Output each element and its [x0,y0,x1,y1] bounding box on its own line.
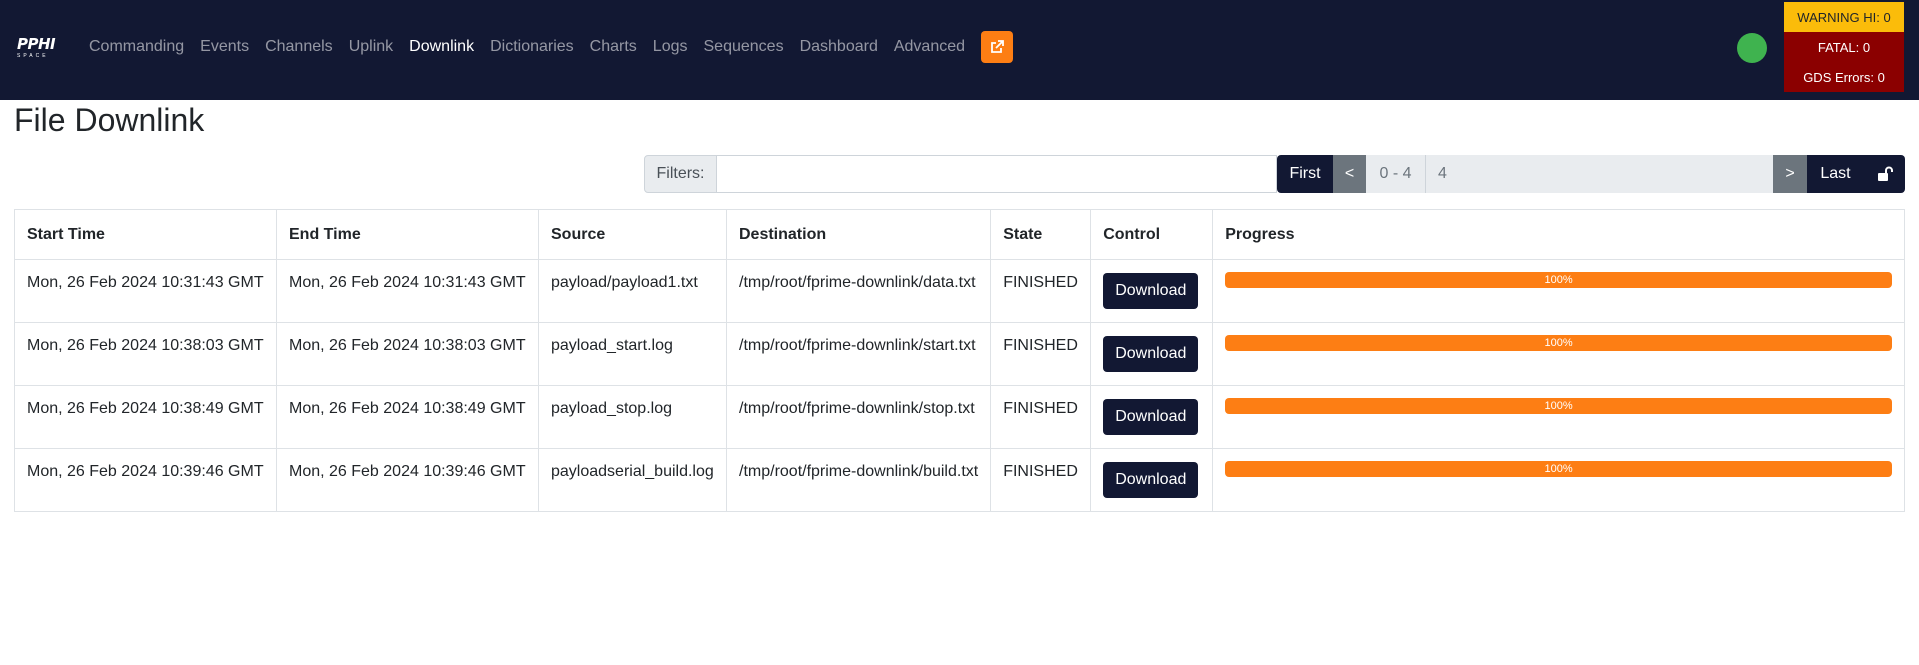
download-button[interactable]: Download [1103,336,1199,372]
progress-bar-fill: 100% [1225,335,1892,351]
header-start-time[interactable]: Start Time [14,209,277,260]
external-link-button[interactable] [981,31,1013,63]
fatal-count[interactable]: FATAL: 0 [1784,32,1904,62]
brand-logo-text: PPHI [17,35,56,53]
unlock-icon [1877,166,1893,181]
cell-control: Download [1090,448,1214,512]
cell-control: Download [1090,259,1214,323]
cell-state: FINISHED [990,322,1092,386]
nav-item-uplink[interactable]: Uplink [341,36,401,58]
cell-source: payload/payload1.txt [538,259,727,323]
header-state[interactable]: State [990,209,1092,260]
header-control: Control [1090,209,1214,260]
error-summary-panel: WARNING HI: 0 FATAL: 0 GDS Errors: 0 [1784,2,1904,92]
prev-page-button[interactable]: < [1333,155,1366,193]
nav-item-events[interactable]: Events [192,36,257,58]
cell-progress: 100% [1212,322,1905,386]
nav-item-channels[interactable]: Channels [257,36,341,58]
cell-source: payload_stop.log [538,385,727,449]
cell-control: Download [1090,385,1214,449]
cell-state: FINISHED [990,259,1092,323]
cell-control: Download [1090,322,1214,386]
lock-toggle-button[interactable] [1864,155,1905,193]
cell-source: payloadserial_build.log [538,448,727,512]
cell-destination: /tmp/root/fprime-downlink/stop.txt [725,385,992,449]
header-end-time[interactable]: End Time [276,209,539,260]
last-page-button[interactable]: Last [1807,155,1864,193]
nav-item-charts[interactable]: Charts [582,36,645,58]
download-button[interactable]: Download [1103,462,1199,498]
header-progress: Progress [1212,209,1905,260]
cell-destination: /tmp/root/fprime-downlink/build.txt [725,448,992,512]
brand-logo-subtext: SPACE [17,53,49,59]
table-header-row: Start Time End Time Source Destination S… [14,209,1905,260]
header-source[interactable]: Source [538,209,727,260]
progress-bar: 100% [1225,272,1892,288]
cell-destination: /tmp/root/fprime-downlink/start.txt [725,322,992,386]
brand-logo[interactable]: PPHI SPACE [17,35,63,60]
cell-progress: 100% [1212,259,1905,323]
filter-pagination-bar: Filters: First < 0 - 4 > Last [644,155,1905,193]
cell-progress: 100% [1212,385,1905,449]
page-range: 0 - 4 [1366,155,1426,193]
progress-bar-fill: 100% [1225,398,1892,414]
cell-start-time: Mon, 26 Feb 2024 10:39:46 GMT [14,448,277,512]
cell-end-time: Mon, 26 Feb 2024 10:38:49 GMT [276,385,539,449]
cell-start-time: Mon, 26 Feb 2024 10:31:43 GMT [14,259,277,323]
cell-end-time: Mon, 26 Feb 2024 10:39:46 GMT [276,448,539,512]
warning-hi-count[interactable]: WARNING HI: 0 [1784,2,1904,32]
progress-bar-fill: 100% [1225,272,1892,288]
cell-destination: /tmp/root/fprime-downlink/data.txt [725,259,992,323]
nav-item-logs[interactable]: Logs [645,36,696,58]
cell-progress: 100% [1212,448,1905,512]
first-page-button[interactable]: First [1277,155,1333,193]
filters-label: Filters: [644,155,717,193]
cell-state: FINISHED [990,448,1092,512]
nav-item-sequences[interactable]: Sequences [696,36,792,58]
external-link-icon [991,40,1004,53]
cell-start-time: Mon, 26 Feb 2024 10:38:03 GMT [14,322,277,386]
nav-item-advanced[interactable]: Advanced [886,36,973,58]
cell-source: payload_start.log [538,322,727,386]
cell-start-time: Mon, 26 Feb 2024 10:38:49 GMT [14,385,277,449]
download-button[interactable]: Download [1103,399,1199,435]
top-navbar: PPHI SPACE Commanding Events Channels Up… [0,0,1919,100]
connection-status-indicator [1737,33,1767,63]
table-row: Mon, 26 Feb 2024 10:38:03 GMT Mon, 26 Fe… [14,322,1905,386]
items-count-input[interactable] [1426,155,1773,193]
cell-state: FINISHED [990,385,1092,449]
nav-item-dictionaries[interactable]: Dictionaries [482,36,582,58]
nav-item-dashboard[interactable]: Dashboard [792,36,886,58]
table-row: Mon, 26 Feb 2024 10:39:46 GMT Mon, 26 Fe… [14,448,1905,512]
gds-errors-count[interactable]: GDS Errors: 0 [1784,62,1904,92]
page-title: File Downlink [14,102,205,138]
progress-bar: 100% [1225,461,1892,477]
nav-item-commanding[interactable]: Commanding [81,36,192,58]
progress-bar: 100% [1225,335,1892,351]
header-destination[interactable]: Destination [725,209,992,260]
file-downlink-table-container: Start Time End Time Source Destination S… [14,209,1905,512]
cell-end-time: Mon, 26 Feb 2024 10:38:03 GMT [276,322,539,386]
progress-bar-fill: 100% [1225,461,1892,477]
filter-input[interactable] [717,155,1277,193]
progress-bar: 100% [1225,398,1892,414]
nav-menu: Commanding Events Channels Uplink Downli… [81,36,973,58]
next-page-button[interactable]: > [1773,155,1807,193]
cell-end-time: Mon, 26 Feb 2024 10:31:43 GMT [276,259,539,323]
download-button[interactable]: Download [1103,273,1199,309]
nav-item-downlink[interactable]: Downlink [401,36,482,58]
table-row: Mon, 26 Feb 2024 10:31:43 GMT Mon, 26 Fe… [14,259,1905,323]
file-downlink-table: Start Time End Time Source Destination S… [14,209,1905,512]
table-row: Mon, 26 Feb 2024 10:38:49 GMT Mon, 26 Fe… [14,385,1905,449]
